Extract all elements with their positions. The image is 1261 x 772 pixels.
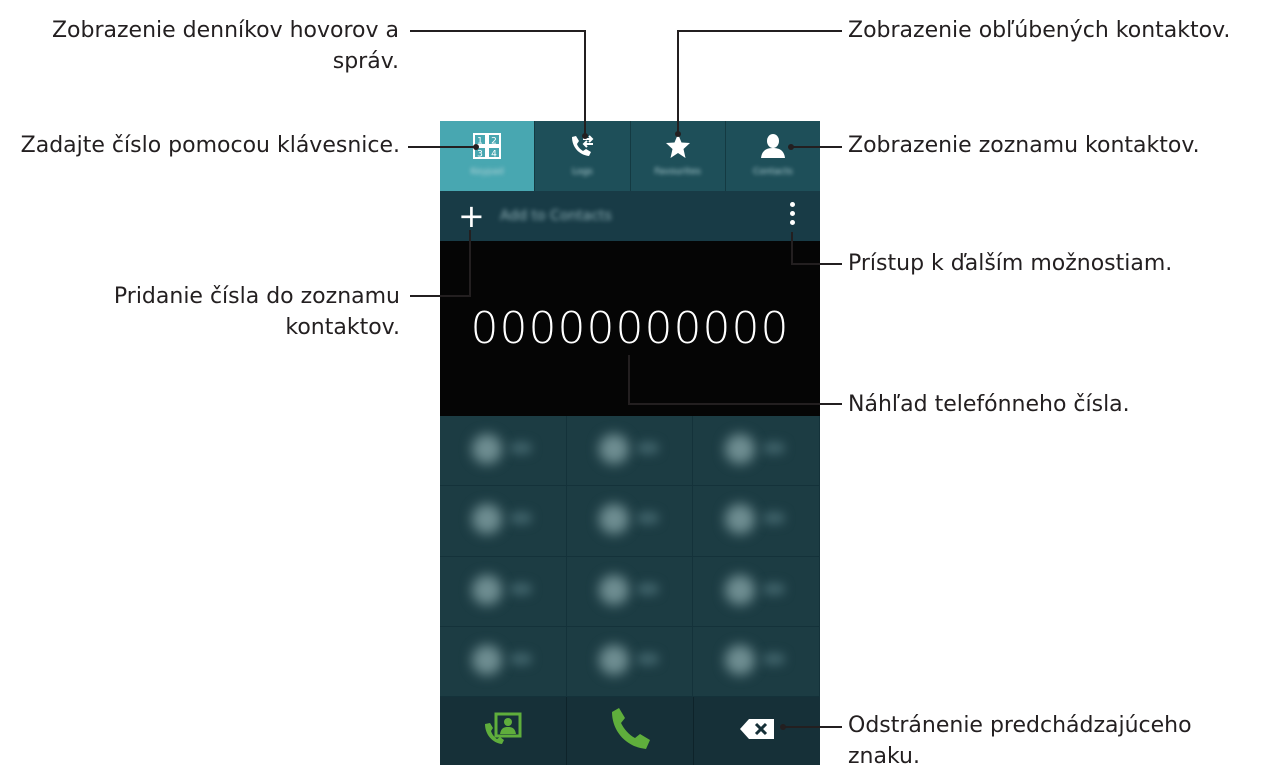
add-to-contacts-label[interactable]: Add to Contacts [500,208,612,224]
keypad-key[interactable] [440,486,567,557]
leader-line [791,232,793,264]
callout-logs: Zobrazenie denníkov hovorov a správ. [52,15,399,77]
keypad-key[interactable] [440,416,567,487]
phone-number: 00000000000 [470,303,790,354]
add-icon[interactable]: + [458,199,485,233]
callout-add-number: Pridanie čísla do zoznamu kontaktov. [114,281,400,343]
number-display: 00000000000 [440,241,820,416]
callout-add-number-line1: Pridanie čísla do zoznamu [113,284,400,309]
leader-dot [675,131,681,137]
leader-line [677,30,842,32]
leader-line [408,146,476,148]
callout-keypad: Zadajte číslo pomocou klávesnice. [20,133,400,158]
call-button[interactable] [566,697,693,765]
leader-line [410,295,471,297]
tab-label: Favourites [654,167,701,177]
keypad-key[interactable] [693,416,820,487]
keypad-key[interactable] [566,626,694,697]
tab-label: Logs [571,167,593,177]
leader-dot [473,144,479,150]
tab-contacts[interactable]: Contacts [724,121,820,191]
backspace-icon [739,718,775,744]
backspace-button[interactable] [693,697,820,765]
callout-favorites: Zobrazenie obľúbených kontaktov. [848,18,1231,43]
callout-logs-line1: Zobrazenie denníkov hovorov a [51,18,399,43]
callout-delete-char: Odstránenie predchádzajúceho znaku. [848,710,1192,772]
callout-delete-line1: Odstránenie predchádzajúceho [848,713,1192,738]
keypad-key[interactable] [440,556,567,627]
leader-line [791,263,842,265]
leader-line [410,30,586,32]
leader-line [628,355,630,405]
callout-preview: Náhľad telefónneho čísla. [848,392,1130,417]
leader-line [469,230,471,297]
contact-call-button[interactable] [440,697,566,765]
keypad-key[interactable] [693,486,820,557]
contacts-call-icon [483,712,523,750]
leader-dot [780,724,786,730]
keypad-key[interactable] [693,626,820,697]
tab-label: Contacts [753,167,793,177]
keypad-key[interactable] [693,556,820,627]
svg-text:4: 4 [491,150,497,160]
callout-contacts: Zobrazenie zoznamu kontaktov. [848,133,1200,158]
tab-label: Keypad [470,167,504,177]
person-icon [760,131,786,161]
leader-line [782,726,842,728]
keypad-key[interactable] [566,556,694,627]
keypad-key[interactable] [440,626,567,697]
leader-line [790,146,842,148]
leader-line [677,30,679,134]
leader-line [584,30,586,136]
callout-delete-line2: znaku. [848,744,920,769]
callout-logs-line2: správ. [332,49,399,74]
svg-text:3: 3 [477,150,483,160]
more-options-icon[interactable] [790,202,796,229]
keypad-key[interactable] [566,416,694,487]
dial-keypad [440,416,820,697]
phone-call-icon [608,707,652,755]
callout-add-number-line2: kontaktov. [285,315,400,340]
tab-keypad[interactable]: 1 2 3 4 Keypad [440,121,535,191]
callout-more-options: Prístup k ďalším možnostiam. [848,251,1173,276]
phone-screen: 1 2 3 4 Keypad Logs Favourites Contacts … [440,121,820,765]
tab-bar: 1 2 3 4 Keypad Logs Favourites Contacts [440,121,820,191]
bottom-action-bar [440,697,820,765]
leader-dot [788,144,794,150]
svg-text:2: 2 [491,137,497,147]
keypad-key[interactable] [566,486,694,557]
action-bar: + Add to Contacts [440,191,820,241]
leader-line [628,403,842,405]
tab-logs[interactable]: Logs [534,121,630,191]
leader-dot [582,133,588,139]
